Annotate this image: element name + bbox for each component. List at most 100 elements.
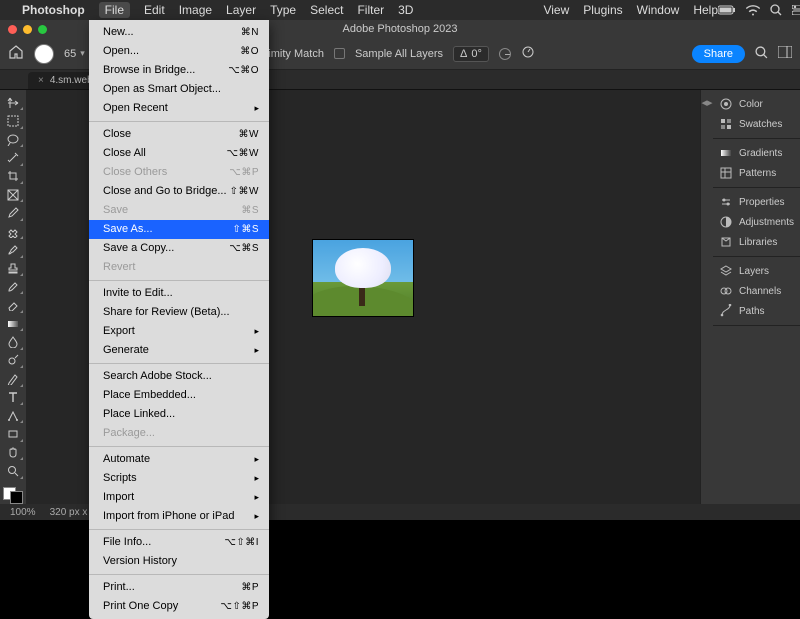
menubar-layer[interactable]: Layer bbox=[226, 3, 256, 17]
menu-item-label: Print... bbox=[103, 580, 135, 595]
panel-layers[interactable]: Layers bbox=[713, 261, 800, 281]
brush-angle-field[interactable]: Δ 0° bbox=[453, 46, 489, 62]
menubar-type[interactable]: Type bbox=[270, 3, 296, 17]
menubar-image[interactable]: Image bbox=[179, 3, 212, 17]
menubar-select[interactable]: Select bbox=[310, 3, 343, 17]
brush-preview[interactable] bbox=[34, 44, 54, 64]
tool-gradient[interactable] bbox=[2, 315, 24, 332]
menu-item-label: Revert bbox=[103, 260, 135, 275]
tool-marquee[interactable] bbox=[2, 112, 24, 129]
tool-lasso[interactable] bbox=[2, 131, 24, 148]
zoom-level[interactable]: 100% bbox=[10, 507, 36, 518]
control-center-icon[interactable] bbox=[792, 5, 800, 15]
menu-item-place-embedded[interactable]: Place Embedded... bbox=[89, 386, 269, 405]
close-tab-icon[interactable]: × bbox=[38, 75, 44, 86]
menu-item-close-all[interactable]: Close All⌥⌘W bbox=[89, 144, 269, 163]
menubar-app[interactable]: Photoshop bbox=[22, 3, 85, 17]
menu-item-open-as-smart-object[interactable]: Open as Smart Object... bbox=[89, 80, 269, 99]
menu-item-open-recent[interactable]: Open Recent▸ bbox=[89, 99, 269, 118]
menubar-edit[interactable]: Edit bbox=[144, 3, 165, 17]
menu-item-print[interactable]: Print...⌘P bbox=[89, 578, 269, 597]
menu-item-print-one-copy[interactable]: Print One Copy⌥⇧⌘P bbox=[89, 597, 269, 616]
menu-item-share-for-review-beta[interactable]: Share for Review (Beta)... bbox=[89, 303, 269, 322]
menu-item-close-and-go-to-bridge[interactable]: Close and Go to Bridge...⇧⌘W bbox=[89, 182, 269, 201]
panel-properties[interactable]: Properties bbox=[713, 192, 800, 212]
tool-rect[interactable] bbox=[2, 425, 24, 442]
menu-item-export[interactable]: Export▸ bbox=[89, 322, 269, 341]
wifi-icon[interactable] bbox=[746, 5, 760, 16]
panel-libraries[interactable]: Libraries bbox=[713, 232, 800, 252]
menubar-help[interactable]: Help bbox=[693, 3, 718, 17]
menu-item-open[interactable]: Open...⌘O bbox=[89, 42, 269, 61]
tool-heal[interactable] bbox=[2, 223, 24, 240]
traffic-lights[interactable] bbox=[8, 25, 47, 34]
panel-patterns[interactable]: Patterns bbox=[713, 163, 800, 183]
menu-item-place-linked[interactable]: Place Linked... bbox=[89, 405, 269, 424]
sample-all-label[interactable]: Sample All Layers bbox=[355, 48, 443, 60]
menu-item-close[interactable]: Close⌘W bbox=[89, 125, 269, 144]
menu-item-label: Package... bbox=[103, 426, 155, 441]
angle-dial[interactable] bbox=[499, 48, 511, 60]
menu-item-save-as[interactable]: Save As...⇧⌘S bbox=[89, 220, 269, 239]
minimize-window-icon[interactable] bbox=[23, 25, 32, 34]
menu-item-search-adobe-stock[interactable]: Search Adobe Stock... bbox=[89, 367, 269, 386]
tool-eraser[interactable] bbox=[2, 296, 24, 313]
menu-item-browse-in-bridge[interactable]: Browse in Bridge...⌥⌘O bbox=[89, 61, 269, 80]
brush-size[interactable]: 65▾ bbox=[64, 48, 85, 60]
search-workspace-icon[interactable] bbox=[755, 46, 768, 62]
menu-item-new[interactable]: New...⌘N bbox=[89, 23, 269, 42]
tool-wand[interactable] bbox=[2, 149, 24, 166]
menu-item-save-a-copy[interactable]: Save a Copy...⌥⌘S bbox=[89, 239, 269, 258]
home-icon[interactable] bbox=[8, 44, 24, 63]
tool-frame[interactable] bbox=[2, 186, 24, 203]
tool-pen[interactable] bbox=[2, 370, 24, 387]
menubar-window[interactable]: Window bbox=[637, 3, 680, 17]
panel-label: Libraries bbox=[739, 237, 777, 248]
panel-channels[interactable]: Channels bbox=[713, 281, 800, 301]
menu-item-version-history[interactable]: Version History bbox=[89, 552, 269, 571]
tool-crop[interactable] bbox=[2, 168, 24, 185]
menu-item-generate[interactable]: Generate▸ bbox=[89, 341, 269, 360]
workspace-icon[interactable] bbox=[778, 46, 792, 61]
close-window-icon[interactable] bbox=[8, 25, 17, 34]
submenu-chevron-icon: ▸ bbox=[254, 490, 259, 505]
menu-item-import-from-iphone-or-ipad[interactable]: Import from iPhone or iPad▸ bbox=[89, 507, 269, 526]
search-icon[interactable] bbox=[770, 4, 782, 16]
menubar-3d[interactable]: 3D bbox=[398, 3, 413, 17]
tool-path[interactable] bbox=[2, 407, 24, 424]
tool-hand[interactable] bbox=[2, 444, 24, 461]
tool-move[interactable] bbox=[2, 94, 24, 111]
tool-type[interactable] bbox=[2, 389, 24, 406]
tool-eyedrop[interactable] bbox=[2, 204, 24, 221]
tool-history[interactable] bbox=[2, 278, 24, 295]
panel-paths[interactable]: Paths bbox=[713, 301, 800, 321]
tool-stamp[interactable] bbox=[2, 260, 24, 277]
zoom-window-icon[interactable] bbox=[38, 25, 47, 34]
menu-item-import[interactable]: Import▸ bbox=[89, 488, 269, 507]
tool-brush[interactable] bbox=[2, 241, 24, 258]
panel-gradients[interactable]: Gradients bbox=[713, 143, 800, 163]
menubar-file[interactable]: File bbox=[99, 2, 130, 18]
menubar-plugins[interactable]: Plugins bbox=[583, 3, 622, 17]
expand-panels-icon[interactable]: ◂▸ bbox=[701, 96, 712, 109]
menu-item-scripts[interactable]: Scripts▸ bbox=[89, 469, 269, 488]
tool-dodge[interactable] bbox=[2, 352, 24, 369]
pressure-icon[interactable] bbox=[521, 45, 535, 62]
panel-adjustments[interactable]: Adjustments bbox=[713, 212, 800, 232]
background-color[interactable] bbox=[10, 491, 23, 504]
sample-all-checkbox[interactable] bbox=[334, 48, 345, 59]
tool-zoom[interactable] bbox=[2, 462, 24, 479]
tool-blur[interactable] bbox=[2, 333, 24, 350]
share-button[interactable]: Share bbox=[692, 45, 745, 63]
menu-item-automate[interactable]: Automate▸ bbox=[89, 450, 269, 469]
document-canvas[interactable] bbox=[313, 240, 413, 316]
color-swatches[interactable] bbox=[3, 487, 23, 504]
menu-item-label: Generate bbox=[103, 343, 149, 358]
menu-item-file-info[interactable]: File Info...⌥⇧⌘I bbox=[89, 533, 269, 552]
panel-color[interactable]: Color bbox=[713, 94, 800, 114]
menu-item-invite-to-edit[interactable]: Invite to Edit... bbox=[89, 284, 269, 303]
menubar-filter[interactable]: Filter bbox=[357, 3, 384, 17]
panel-swatches[interactable]: Swatches bbox=[713, 114, 800, 134]
menubar-view[interactable]: View bbox=[543, 3, 569, 17]
battery-icon[interactable] bbox=[718, 5, 736, 15]
